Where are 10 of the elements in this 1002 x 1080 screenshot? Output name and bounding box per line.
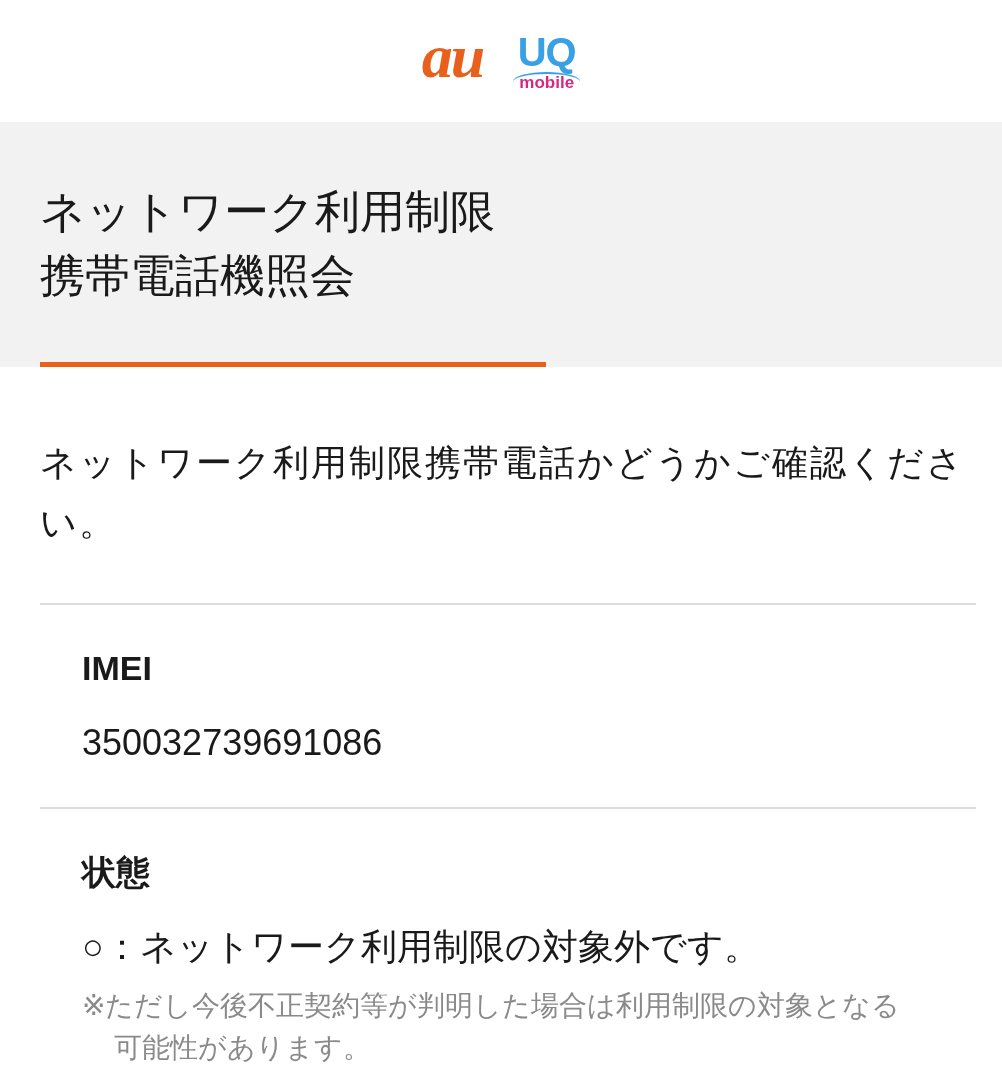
- page-title: 携帯電話機照会: [40, 249, 355, 303]
- uq-logo: UQ: [517, 31, 576, 72]
- page-title: ネットワーク利用制限: [40, 185, 495, 239]
- field-label: IMEI: [82, 648, 153, 689]
- description-text: ネットワーク利用制限携帯電話かどうかご確認ください。: [40, 441, 966, 545]
- au-logo: au: [421, 25, 484, 92]
- field-value: 350032739691086: [82, 721, 384, 765]
- field-value: ○：ネットワーク利用制限の対象外です。: [82, 925, 761, 969]
- field-label: 状態: [82, 852, 151, 893]
- note-text: ※ただし今後不正契約等が判明した場合は利用制限の対象となる可能性があります。: [82, 989, 902, 1065]
